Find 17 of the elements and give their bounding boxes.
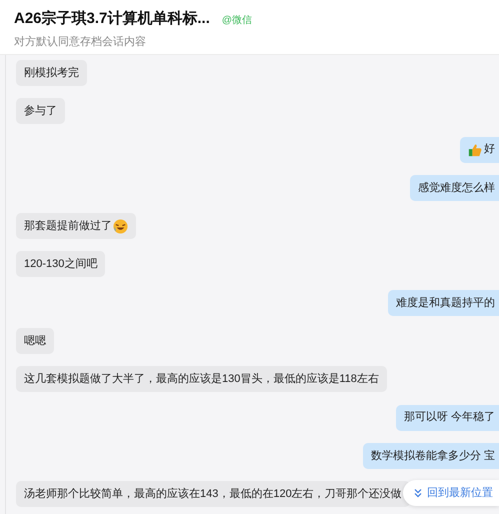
source-tag: @微信 (222, 13, 252, 28)
message-text: 嗯嗯 (24, 334, 46, 349)
message-text: 这几套模拟题做了大半了，最高的应该是130冒头，最低的应该是118左右 (24, 372, 379, 388)
message-text: 刚模拟考完 (24, 66, 79, 81)
message-text: 那可以呀 今年稳了 (404, 410, 495, 426)
message-text: 好 (484, 142, 495, 158)
message-text: 数学模拟卷能拿多少分 宝 (370, 448, 495, 464)
chat-title: A26宗子琪3.7计算机单科标... (14, 9, 210, 29)
message-text: 参与了 (24, 104, 57, 120)
message-text: 感觉难度怎么样 (418, 180, 495, 196)
jump-to-latest-button[interactable]: 回到最新位置 (403, 480, 499, 506)
double-chevron-down-icon (413, 488, 423, 498)
message-text: 那套题提前做过了 (24, 218, 112, 234)
chat-subtitle: 对方默认同意存档会话内容 (14, 34, 147, 50)
message-text: 难度是和真题持平的 (396, 296, 495, 311)
message-text: 120-130之间吧 (24, 256, 98, 272)
message-text: 汤老师那个比较简单，最高的应该在143，最低的在120左右，刀哥那个还没做 (24, 486, 402, 502)
